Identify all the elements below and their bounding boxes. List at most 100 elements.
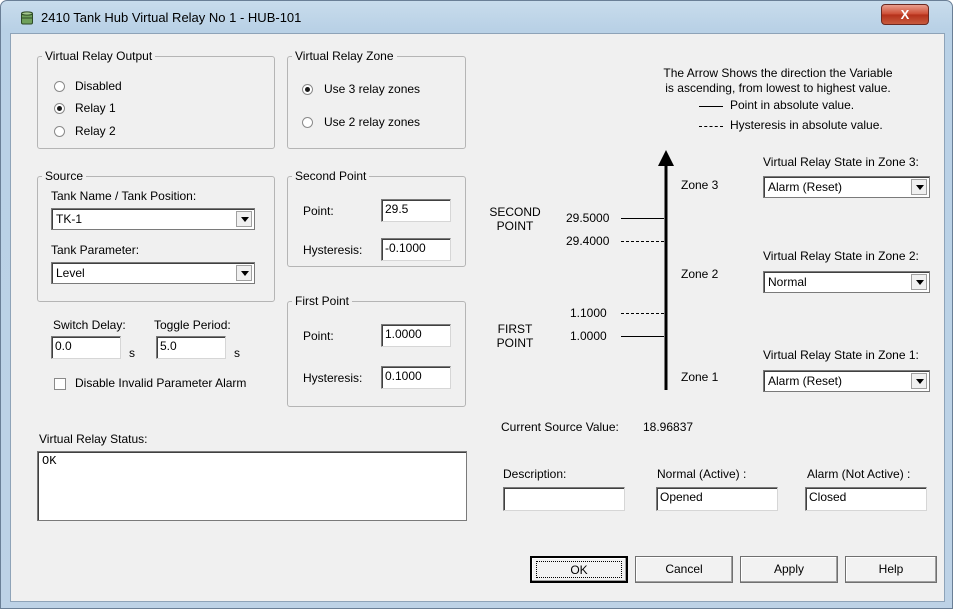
first-hysteresis-label: Hysteresis: xyxy=(303,371,363,385)
title-bar[interactable]: 2410 Tank Hub Virtual Relay No 1 - HUB-1… xyxy=(1,1,952,33)
zone-1-label: Zone 1 xyxy=(681,370,719,384)
first-point-title-1: FIRST xyxy=(497,322,533,336)
help-button-label: Help xyxy=(878,562,904,576)
current-source-label: Current Source Value: xyxy=(501,420,619,434)
radio-relay-2-label[interactable]: Relay 2 xyxy=(75,124,116,138)
cancel-button[interactable]: Cancel xyxy=(635,556,733,583)
switch-delay-unit: s xyxy=(129,346,135,360)
second-point-title-2: POINT xyxy=(496,219,534,233)
radio-disabled[interactable] xyxy=(54,81,65,92)
diagram-legend-solid: Point in absolute value. xyxy=(730,98,855,112)
relay-output-legend: Virtual Relay Output xyxy=(45,49,153,63)
radio-3-zones[interactable] xyxy=(302,84,313,95)
relay-zone-group: Virtual Relay Zone xyxy=(287,49,466,149)
radio-relay-1-label[interactable]: Relay 1 xyxy=(75,101,116,115)
dialog-client-area: Virtual Relay Output Disabled Relay 1 Re… xyxy=(10,33,945,602)
radio-relay-2[interactable] xyxy=(54,126,65,137)
close-icon: X xyxy=(900,7,910,22)
second-point-line xyxy=(621,218,664,219)
first-point-title-2: POINT xyxy=(496,336,534,350)
second-point-value: 29.5000 xyxy=(566,211,610,225)
relay-status-box[interactable]: OK xyxy=(37,451,467,521)
diagram-legend-line-2: is ascending, from lowest to highest val… xyxy=(665,81,891,95)
chevron-down-icon[interactable] xyxy=(911,179,927,195)
radio-2-zones[interactable] xyxy=(302,117,313,128)
second-point-input[interactable]: 29.5 xyxy=(381,199,451,222)
disable-invalid-alarm-label[interactable]: Disable Invalid Parameter Alarm xyxy=(75,376,246,390)
zone-2-state-select[interactable]: Normal xyxy=(763,271,930,293)
tank-name-select[interactable]: TK-1 xyxy=(51,208,255,230)
zone-1-state-value: Alarm (Reset) xyxy=(768,374,843,388)
zone-3-state-select[interactable]: Alarm (Reset) xyxy=(763,176,930,198)
disable-invalid-alarm-checkbox[interactable] xyxy=(54,378,66,390)
radio-relay-1[interactable] xyxy=(54,103,65,114)
zone-2-label: Zone 2 xyxy=(681,267,719,281)
first-point-input[interactable]: 1.0000 xyxy=(381,324,451,347)
diagram-legend-dashed: Hysteresis in absolute value. xyxy=(730,118,883,132)
ascending-arrow xyxy=(658,150,674,390)
zone-3-state-label: Virtual Relay State in Zone 3: xyxy=(763,155,919,169)
tank-parameter-label: Tank Parameter: xyxy=(51,243,140,257)
dialog-window: 2410 Tank Hub Virtual Relay No 1 - HUB-1… xyxy=(0,0,953,609)
ok-button-label: OK xyxy=(570,563,588,577)
second-hysteresis-value: 29.4000 xyxy=(566,234,610,248)
first-hysteresis-input[interactable]: 0.1000 xyxy=(381,366,451,389)
radio-3-zones-label[interactable]: Use 3 relay zones xyxy=(324,82,420,96)
source-legend: Source xyxy=(45,169,84,183)
alarm-not-active-label: Alarm (Not Active) : xyxy=(807,467,911,481)
tank-parameter-value: Level xyxy=(56,266,85,280)
first-point-value: 1.0000 xyxy=(570,329,607,343)
description-input[interactable] xyxy=(503,487,625,511)
relay-output-group: Virtual Relay Output xyxy=(37,49,275,149)
chevron-down-icon[interactable] xyxy=(911,373,927,389)
chevron-down-icon[interactable] xyxy=(236,211,252,227)
toggle-period-input[interactable]: 5.0 xyxy=(156,336,226,359)
tank-icon xyxy=(21,11,33,25)
first-point-label: Point: xyxy=(303,329,334,343)
first-point-line xyxy=(621,336,664,337)
zone-1-state-select[interactable]: Alarm (Reset) xyxy=(763,370,930,392)
relay-status-label: Virtual Relay Status: xyxy=(39,432,148,446)
first-hysteresis-value: 1.1000 xyxy=(570,306,607,320)
close-button[interactable]: X xyxy=(881,4,929,25)
relay-status-value: OK xyxy=(42,454,57,468)
normal-active-label: Normal (Active) : xyxy=(657,467,747,481)
diagram-legend-line-1: The Arrow Shows the direction the Variab… xyxy=(663,66,893,80)
second-hysteresis-input[interactable]: -0.1000 xyxy=(381,238,451,261)
tank-parameter-select[interactable]: Level xyxy=(51,262,255,284)
ok-button[interactable]: OK xyxy=(530,556,628,583)
zone-2-state-value: Normal xyxy=(768,275,807,289)
radio-2-zones-label[interactable]: Use 2 relay zones xyxy=(324,115,420,129)
relay-zone-legend: Virtual Relay Zone xyxy=(295,49,394,63)
apply-button[interactable]: Apply xyxy=(740,556,838,583)
tank-name-label: Tank Name / Tank Position: xyxy=(51,189,197,203)
zone-3-state-value: Alarm (Reset) xyxy=(768,180,843,194)
window-title: 2410 Tank Hub Virtual Relay No 1 - HUB-1… xyxy=(41,10,302,25)
second-point-title-1: SECOND xyxy=(489,205,541,219)
second-hysteresis-label: Hysteresis: xyxy=(303,243,363,257)
apply-button-label: Apply xyxy=(773,562,805,576)
tank-name-value: TK-1 xyxy=(56,212,83,226)
chevron-down-icon[interactable] xyxy=(911,274,927,290)
chevron-down-icon[interactable] xyxy=(236,265,252,281)
second-point-legend: Second Point xyxy=(295,169,367,183)
current-source-value: 18.96837 xyxy=(643,420,694,434)
cancel-button-label: Cancel xyxy=(665,562,703,576)
legend-solid-line xyxy=(699,106,723,107)
description-label: Description: xyxy=(503,467,567,481)
zone-3-label: Zone 3 xyxy=(681,178,719,192)
first-hysteresis-line xyxy=(621,313,664,314)
alarm-not-active-input[interactable]: Closed xyxy=(805,487,927,511)
switch-delay-label: Switch Delay: xyxy=(53,318,126,332)
normal-active-input[interactable]: Opened xyxy=(656,487,778,511)
second-point-label: Point: xyxy=(303,204,334,218)
toggle-period-unit: s xyxy=(234,346,240,360)
zone-1-state-label: Virtual Relay State in Zone 1: xyxy=(763,348,919,362)
first-point-group: First Point xyxy=(287,294,466,407)
help-button[interactable]: Help xyxy=(845,556,937,583)
first-point-legend: First Point xyxy=(295,294,350,308)
radio-disabled-label[interactable]: Disabled xyxy=(75,79,122,93)
toggle-period-label: Toggle Period: xyxy=(154,318,231,332)
second-hysteresis-line xyxy=(621,241,664,242)
switch-delay-input[interactable]: 0.0 xyxy=(51,336,121,359)
